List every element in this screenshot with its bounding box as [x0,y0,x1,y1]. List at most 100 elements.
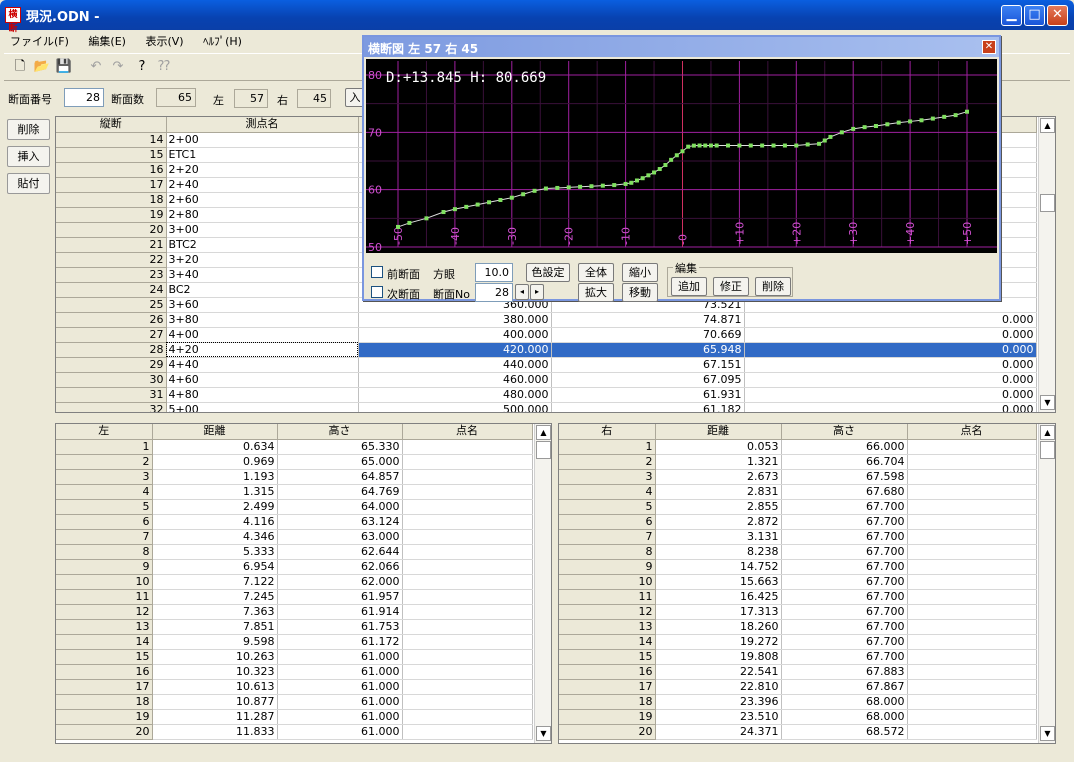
table-cell[interactable]: 2+60 [166,192,359,208]
table-cell[interactable] [402,499,533,515]
color-settings-button[interactable]: 色設定 [526,263,570,282]
table-cell[interactable]: 7.851 [152,619,278,635]
table-cell[interactable]: 67.700 [781,604,908,620]
table-row[interactable]: 5 2.855 67.700 [559,499,1037,515]
modify-point-button[interactable]: 修正 [713,277,749,296]
table-row[interactable]: 10 7.122 62.000 [56,574,533,590]
col-header-left-point-name[interactable]: 点名 [402,424,533,440]
table-cell[interactable]: 64.857 [277,469,403,485]
table-cell[interactable] [907,679,1037,695]
menu-file[interactable]: ファイル(F) [4,31,75,51]
table-row[interactable]: 5 2.499 64.000 [56,499,533,515]
table-row[interactable]: 14 19.272 67.700 [559,634,1037,650]
table-cell[interactable]: 63.124 [277,514,403,530]
table-cell[interactable]: 0.000 [744,357,1037,373]
col-header-vertical[interactable]: 縦断 [56,117,167,133]
table-cell[interactable]: 3+60 [166,297,359,313]
table-cell[interactable]: 10.613 [152,679,278,695]
table-cell[interactable]: 18.260 [655,619,782,635]
table-cell[interactable]: 67.151 [551,357,745,373]
table-cell[interactable]: 24.371 [655,724,782,740]
col-header-right-height[interactable]: 高さ [781,424,908,440]
table-cell[interactable]: 380.000 [358,312,552,328]
table-cell[interactable] [402,709,533,725]
table-row[interactable]: 7 4.346 63.000 [56,529,533,545]
table-cell[interactable]: 0.000 [744,372,1037,388]
table-row[interactable]: 11 7.245 61.957 [56,589,533,605]
table-cell[interactable]: 0.000 [744,387,1037,403]
save-icon[interactable]: 💾 [54,58,74,78]
table-cell[interactable]: 11.287 [152,709,278,725]
table-cell[interactable]: 67.095 [551,372,745,388]
table-cell[interactable]: 67.700 [781,634,908,650]
table-cell[interactable]: 65.330 [277,439,403,455]
table-cell[interactable]: 3+40 [166,267,359,283]
table-row[interactable]: 20 11.833 61.000 [56,724,533,740]
table-row[interactable]: 11 16.425 67.700 [559,589,1037,605]
table-cell[interactable] [402,664,533,680]
table-cell[interactable]: 67.700 [781,529,908,545]
table-cell[interactable]: 19.808 [655,649,782,665]
table-cell[interactable]: 70.669 [551,327,745,343]
table-cell[interactable]: 5+00 [166,402,359,412]
table-cell[interactable]: 5.333 [152,544,278,560]
table-row[interactable]: 14 9.598 61.172 [56,634,533,650]
table-cell[interactable]: 3+00 [166,222,359,238]
prev-section-checkbox[interactable] [371,266,383,278]
scroll-down-icon[interactable]: ▼ [1040,395,1055,410]
table-row[interactable]: 8 8.238 67.700 [559,544,1037,560]
table-row[interactable]: 17 10.613 61.000 [56,679,533,695]
table-cell[interactable]: 400.000 [358,327,552,343]
menu-edit[interactable]: 編集(E) [82,31,132,51]
table-row[interactable]: 29 4+40 440.000 67.151 0.000 [56,357,1037,373]
scroll-up-icon[interactable]: ▲ [536,425,551,440]
close-button[interactable]: ✕ [1047,5,1068,26]
table-cell[interactable]: 4.346 [152,529,278,545]
table-cell[interactable]: 67.700 [781,544,908,560]
table-cell[interactable]: 67.700 [781,619,908,635]
table-cell[interactable]: 61.000 [277,649,403,665]
table-row[interactable]: 9 6.954 62.066 [56,559,533,575]
table-cell[interactable] [907,574,1037,590]
new-file-icon[interactable]: 🗋 [10,58,30,78]
delete-row-button[interactable]: 削除 [7,119,50,140]
table-row[interactable]: 18 10.877 61.000 [56,694,533,710]
table-cell[interactable]: 0.053 [655,439,782,455]
table-cell[interactable]: 3+80 [166,312,359,328]
table-row[interactable]: 1 0.053 66.000 [559,439,1037,455]
table-cell[interactable] [907,544,1037,560]
fit-all-button[interactable]: 全体 [578,263,614,282]
table-cell[interactable] [402,634,533,650]
table-cell[interactable]: 62.066 [277,559,403,575]
table-cell[interactable] [907,469,1037,485]
table-row[interactable]: 12 17.313 67.700 [559,604,1037,620]
table-cell[interactable]: 61.000 [277,694,403,710]
grid-spacing-field[interactable]: 10.0 [475,263,513,282]
table-cell[interactable]: 17.313 [655,604,782,620]
col-header-left-height[interactable]: 高さ [277,424,403,440]
table-cell[interactable]: 0.634 [152,439,278,455]
table-cell[interactable]: 2.499 [152,499,278,515]
table-row[interactable]: 7 3.131 67.700 [559,529,1037,545]
menu-help[interactable]: ﾍﾙﾌﾟ(H) [197,31,248,51]
table-row[interactable]: 13 18.260 67.700 [559,619,1037,635]
table-cell[interactable]: 66.704 [781,454,908,470]
table-cell[interactable]: 2.831 [655,484,782,500]
table-row[interactable]: 3 1.193 64.857 [56,469,533,485]
table-cell[interactable]: 4+20 [166,342,359,358]
table-cell[interactable]: 61.931 [551,387,745,403]
zoom-out-button[interactable]: 縮小 [622,263,658,282]
table-cell[interactable] [402,439,533,455]
table-cell[interactable] [907,499,1037,515]
col-header-right-distance[interactable]: 距離 [655,424,782,440]
table-row[interactable]: 3 2.673 67.598 [559,469,1037,485]
table-row[interactable]: 2 0.969 65.000 [56,454,533,470]
table-cell[interactable]: 68.572 [781,724,908,740]
table-row[interactable]: 4 1.315 64.769 [56,484,533,500]
table-cell[interactable] [402,589,533,605]
col-header-station-name[interactable]: 測点名 [166,117,359,133]
table-cell[interactable]: 67.680 [781,484,908,500]
scroll-thumb[interactable] [536,441,551,459]
maximize-button[interactable]: □ [1024,5,1045,26]
table-cell[interactable] [907,439,1037,455]
